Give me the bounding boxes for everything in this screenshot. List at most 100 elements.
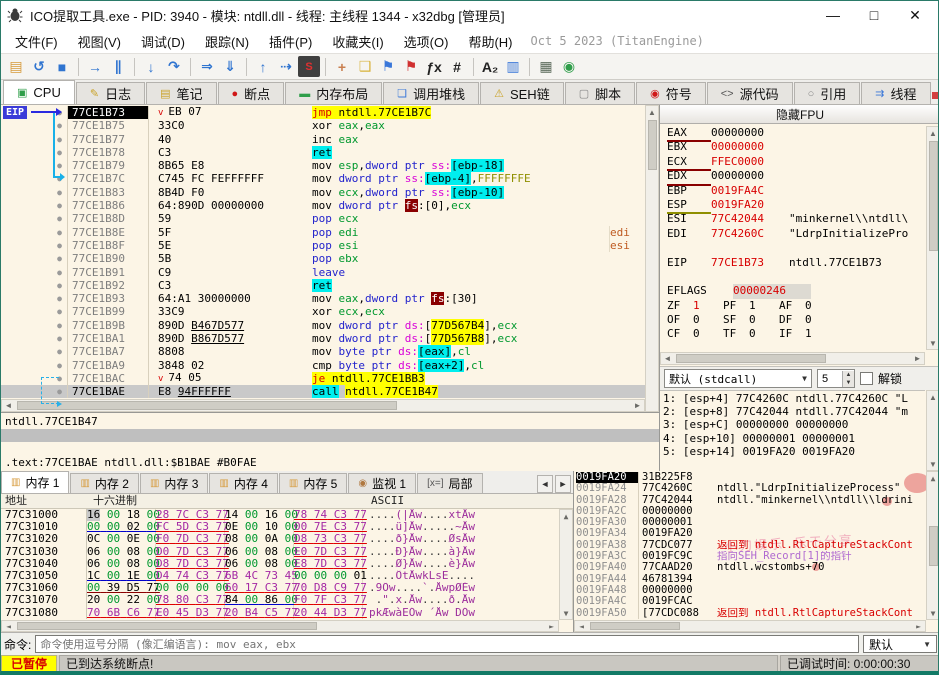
argument-row[interactable]: 3: [esp+C] 00000000 00000000 [663,418,922,431]
tab-scroll-right-button[interactable]: ► [555,475,571,493]
stack-row[interactable]: 0019FA20 31B225F8 [576,472,926,484]
calculator-icon[interactable]: ▦ [535,56,557,77]
patch-icon[interactable]: + [331,56,353,77]
tab-symbols[interactable]: ◉ 符号 [636,82,706,104]
disasm-row[interactable]: ● 77CE1B99 33C9 xor ecx,ecx [1,305,645,319]
menu-item[interactable]: 插件(P) [259,29,322,54]
stack-row[interactable]: 0019FA2C 00000000 [576,505,926,518]
registers-hscrollbar[interactable]: ◄ ► [660,352,925,365]
tab-seh-chain[interactable]: ⚠ SEH链 [480,82,564,104]
run-icon[interactable]: → [84,56,106,77]
disasm-row[interactable]: ● 77CE1B78 C3 ret [1,145,645,160]
tab-notes[interactable]: ▤ 笔记 [146,82,217,104]
breakpoint-dot[interactable]: ● [57,199,62,212]
argument-row[interactable]: 4: [esp+10] 00000001 00000001 [663,432,922,445]
tab-source[interactable]: <> 源代码 [706,82,793,104]
dump-row[interactable]: 77C31020 0C 00 0E 00 F0 7D C3 77 08 00 0A 0… [1,533,559,546]
restart-icon[interactable]: ↺ [28,56,50,77]
argument-count-stepper[interactable]: 5 ▲ ▼ [817,369,855,388]
register-row[interactable]: CF 0 TF 0 IF 1 [667,327,925,341]
breakpoint-dot[interactable]: ● [57,359,62,372]
hash-icon[interactable]: # [446,56,468,77]
dump-row[interactable]: 77C31080 70 6B C6 77 E0 45 D3 77 20 B4 C5 7… [1,606,559,619]
stack-row[interactable]: 0019FA44 46781394 [576,573,926,585]
disasm-row[interactable]: ● 77CE1B8F 5E pop esi esi [1,238,645,253]
detach-tab-icon[interactable] [931,91,938,99]
dump-row[interactable]: 77C31030 06 00 08 00 D0 7D C3 77 06 00 08 0… [1,545,559,558]
tab-dump1[interactable]: ▥ 内存 1 [1,471,70,493]
disasm-row[interactable]: ● 77CE1B7C C745 FC FEFFFFFF mov dword ptr s… [1,172,645,186]
step-over-icon[interactable]: ↷ [163,56,185,77]
tab-dump2[interactable]: ▥ 内存 2 [70,473,139,493]
tab-watch1[interactable]: ◉ 监视 1 [348,473,417,493]
tab-memory-map[interactable]: ▬ 内存布局 [285,82,383,104]
breakpoint-gutter[interactable]: ● [1,305,67,318]
step-out-icon[interactable]: ↑ [252,56,274,77]
tab-call-stack[interactable]: ❏ 调用堆栈 [383,82,480,104]
breakpoint-gutter[interactable]: ● [1,186,67,199]
breakpoint-dot[interactable]: ● [57,319,62,332]
argument-row[interactable]: 1: [esp+4] 77C4260C ntdll.77C4260C "L [663,392,922,405]
tab-script[interactable]: ▢ 脚本 [564,82,636,104]
breakpoint-gutter[interactable]: ● [1,252,67,265]
label-icon[interactable]: ⚑ [377,56,399,77]
argument-row[interactable]: 5: [esp+14] 0019FA20 0019FA20 [663,445,922,458]
tab-references[interactable]: ○ 引用 [793,82,861,104]
disassembly-hscrollbar[interactable]: ◄ ► [1,399,645,412]
disasm-row[interactable]: ● 77CE1B93 64:A1 30000000 mov eax,dword ptr… [1,292,645,306]
tab-log[interactable]: ✎ 日志 [75,82,146,104]
menu-item[interactable]: 帮助(H) [458,29,522,54]
tab-locals[interactable]: [x=] 局部 [417,473,483,493]
disasm-row[interactable]: ● 77CE1B77 40 inc eax [1,132,645,146]
function-icon[interactable]: ƒx [423,56,445,77]
disasm-row[interactable]: ● 77CE1B91 C9 leave [1,265,645,279]
stack-row[interactable]: 0019FA40 77CAAD20 ntdll.wcstombs+70 [576,562,926,574]
register-row[interactable]: EBX 00000000 [667,140,925,154]
register-row[interactable]: EDI 77C4260C "LdrpInitializePro [667,227,925,241]
breakpoint-gutter[interactable]: ● [1,319,67,332]
register-row[interactable]: ECX FFEC0000 [667,155,925,172]
register-row[interactable]: ESI 77C42044 "minkernel\\ntdll\ [667,212,925,226]
menu-item[interactable]: 调试(D) [131,29,195,54]
bookmark-icon[interactable]: ⚑ [400,56,422,77]
breakpoint-gutter[interactable]: ● [1,226,67,239]
tab-dump3[interactable]: ▥ 内存 3 [139,473,209,493]
breakpoint-dot[interactable]: ● [57,305,62,318]
stack-row[interactable]: 0019FA48 00000000 [576,584,926,597]
breakpoint-gutter[interactable]: ● [1,279,67,292]
stack-row[interactable]: 0019FA3C 0019FC9C 指向SEH_Record[1]的指针 [576,550,926,563]
step-into-icon[interactable]: ↓ [140,56,162,77]
register-row[interactable]: EIP 77CE1B73 ntdll.77CE1B73 [667,256,925,270]
disasm-row[interactable]: ●77CE1B73vEB 07jmp ntdll.77CE1B7C [1,106,645,120]
maximize-button[interactable]: □ [857,3,891,27]
globe-icon[interactable]: ◉ [558,56,580,77]
arguments-vscrollbar[interactable]: ▲ ▼ [926,390,938,471]
register-row[interactable]: ZF 1 PF 1 AF 0 [667,299,925,313]
skip-icon[interactable]: S [298,56,320,77]
breakpoint-gutter[interactable]: ● [1,239,67,252]
stack-row[interactable]: 0019FA28 77C42044 ntdll."minkernel\\ntdll\… [576,494,926,506]
tab-cpu[interactable]: ▣ CPU [3,80,75,104]
open-file-icon[interactable]: ▤ [5,56,27,77]
breakpoint-gutter[interactable]: ● [1,199,67,212]
tab-scroll-left-button[interactable]: ◄ [537,475,553,493]
disasm-row[interactable]: ● 77CE1B83 8B4D F0 mov ecx,dword ptr ss:[eb… [1,185,645,200]
disasm-row[interactable]: ● 77CE1B92 C3 ret [1,278,645,293]
graph-icon[interactable]: ▥ [502,56,524,77]
register-row[interactable]: EDX 00000000 [667,169,925,186]
breakpoint-gutter[interactable]: ● [1,332,67,345]
disasm-row[interactable]: ● 77CE1B86 64:890D 00000000 mov dword ptr f… [1,199,645,213]
breakpoint-gutter[interactable]: ● [1,345,67,358]
disasm-row[interactable]: ● 77CE1B9B 890D B467D577 mov dword ptr ds:[… [1,318,645,333]
breakpoint-dot[interactable]: ● [57,252,62,265]
tab-dump4[interactable]: ▥ 内存 4 [209,473,278,493]
hide-fpu-button[interactable]: 隐藏FPU [660,105,938,124]
tab-breakpoints[interactable]: ● 断点 [217,82,285,104]
tab-threads[interactable]: ⇉ 线程 [861,82,931,104]
font-icon[interactable]: A₂ [479,56,501,77]
disasm-row[interactable]: ● 77CE1B8E 5F pop edi edi [1,225,645,239]
calling-convention-select[interactable]: 默认 (stdcall) ▼ [664,369,812,388]
disasm-row[interactable]: ● 77CE1BA9 3848 02 cmp byte ptr ds:[eax+2],… [1,358,645,372]
dump-hscrollbar[interactable]: ◄ ► [1,620,559,632]
breakpoint-dot[interactable]: ● [57,186,62,199]
